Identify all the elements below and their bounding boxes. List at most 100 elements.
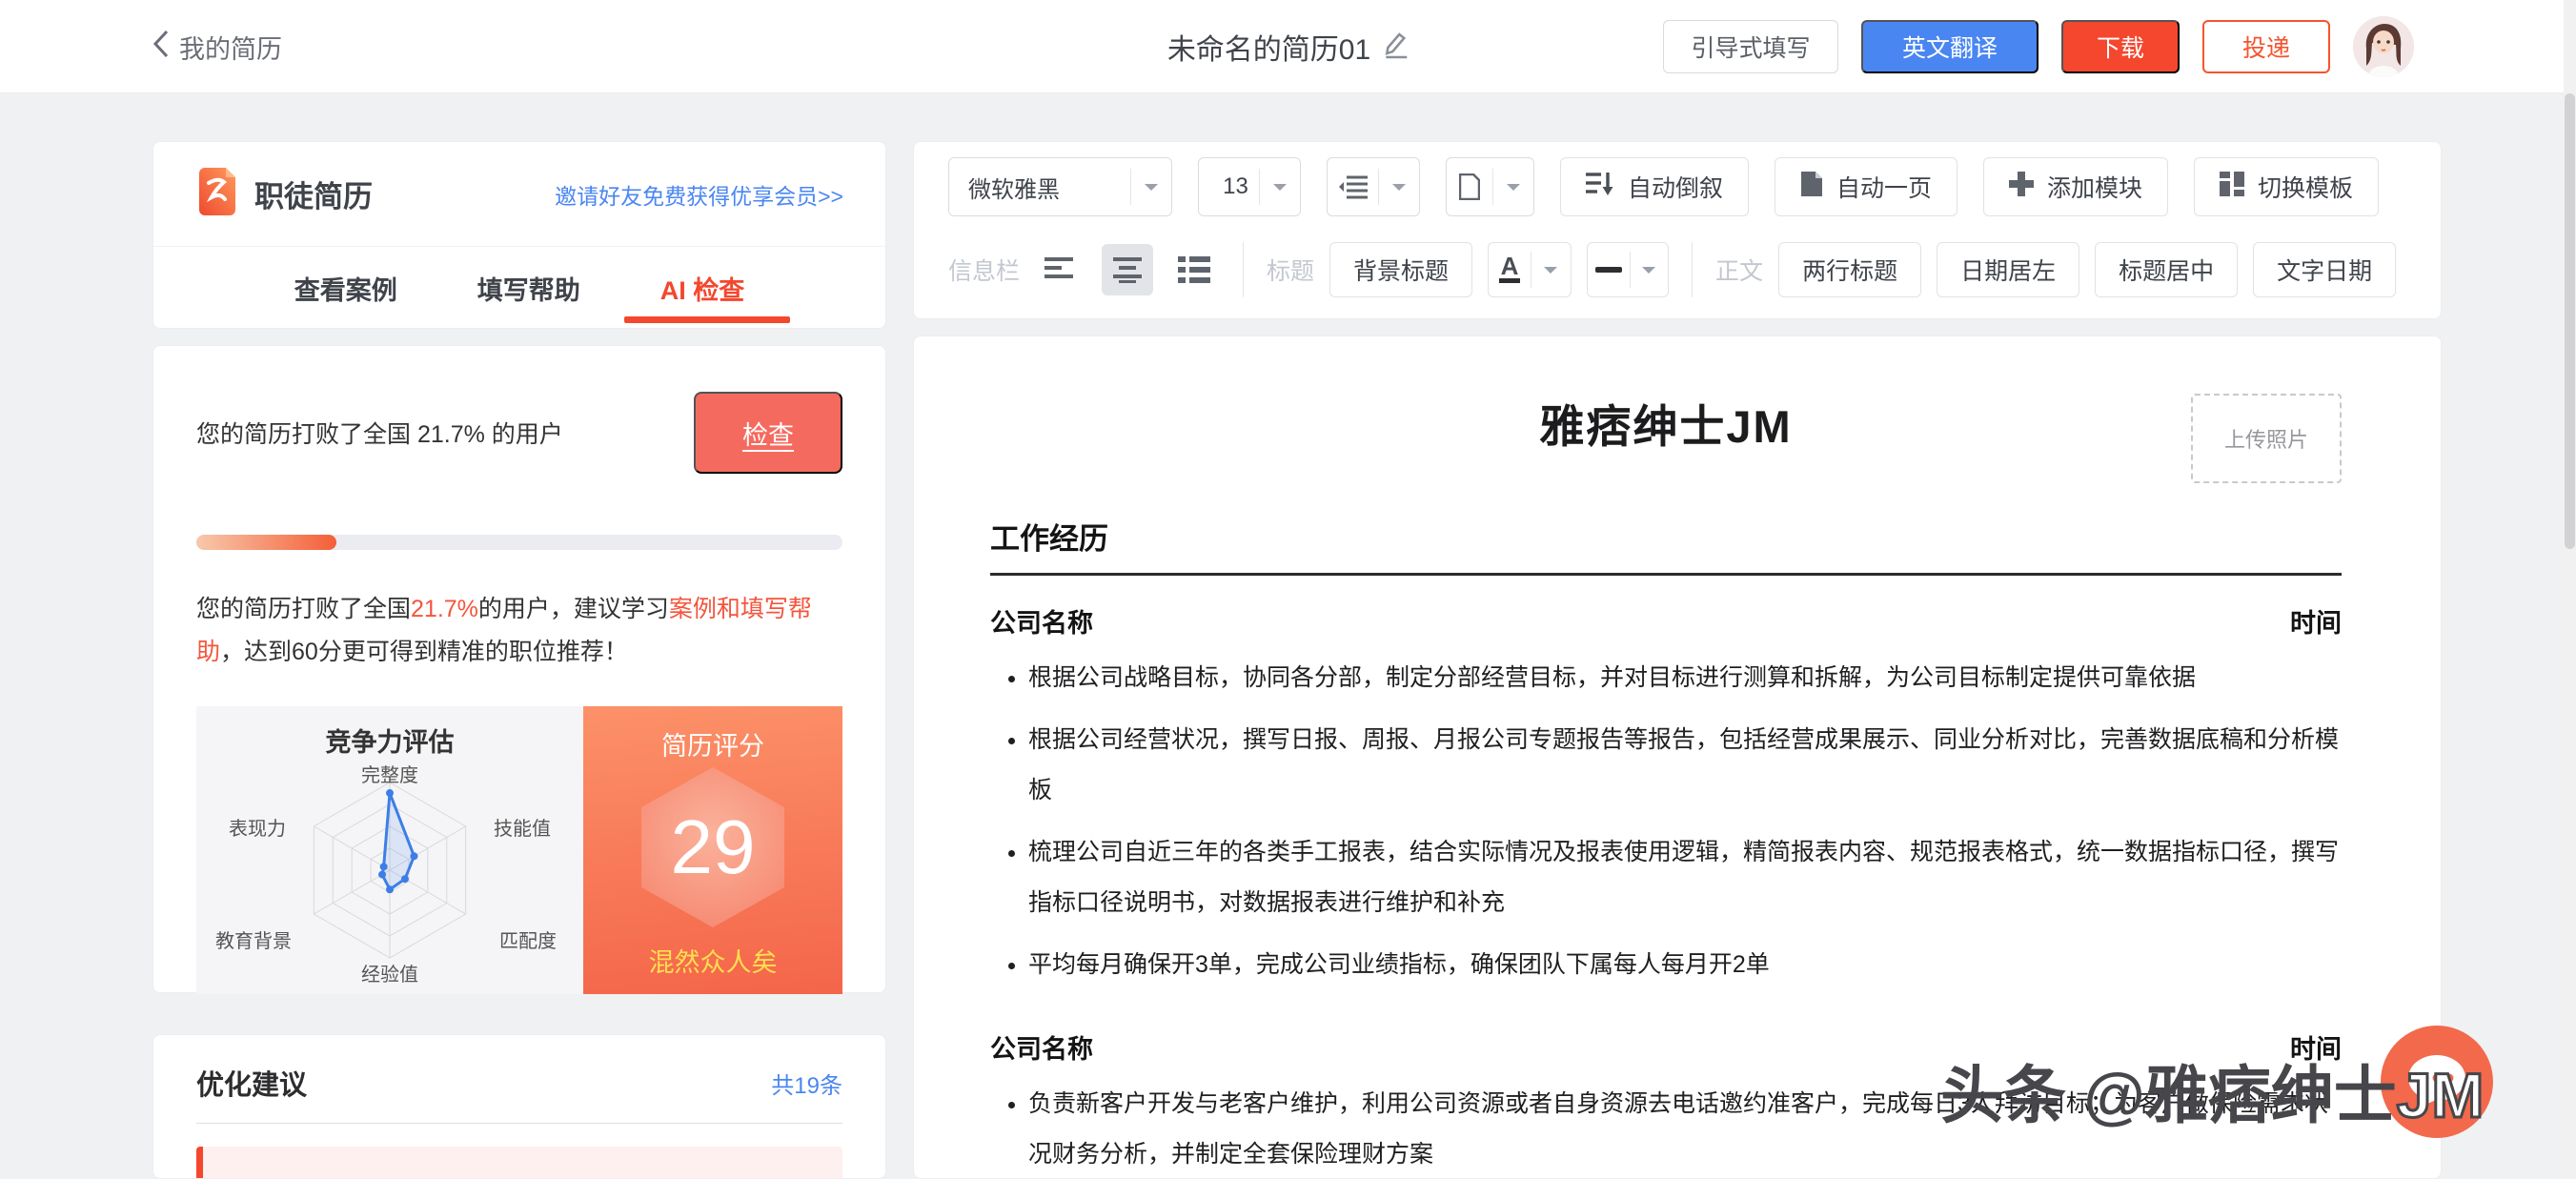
brand-name: 职徒简历 [254, 173, 373, 215]
resume-score-panel: 简历评分 29 混然众人矣 [583, 706, 842, 994]
line-spacing-select[interactable] [1327, 157, 1420, 216]
date-left-button[interactable]: 日期居左 [1937, 242, 2079, 297]
svg-text:A: A [1501, 254, 1519, 280]
bullet-item[interactable]: 梳理公司自近三年的各类手工报表，结合实际情况及报表使用逻辑，精简报表内容、规范报… [1028, 827, 2342, 928]
score-value: 29 [671, 803, 756, 891]
align-center-icon[interactable] [1102, 244, 1153, 295]
radar-axis-experience: 经验值 [196, 959, 583, 986]
two-line-title-button[interactable]: 两行标题 [1778, 242, 1921, 297]
suggestions-title: 优化建议 [196, 1063, 307, 1103]
edit-pencil-icon[interactable] [1384, 30, 1409, 64]
text-date-button[interactable]: 文字日期 [2253, 242, 2396, 297]
page-setup-select[interactable] [1446, 157, 1534, 216]
chevron-down-icon [1392, 184, 1406, 197]
back-chevron-icon [152, 30, 170, 65]
reverse-order-icon [1586, 171, 1614, 204]
line-spacing-icon [1328, 174, 1378, 199]
topbar-actions: 引导式填写 英文翻译 下载 投递 [1663, 0, 2414, 93]
resume-name[interactable]: 雅痞绅士JM [990, 390, 2342, 456]
zhitu-logo-icon [195, 166, 239, 222]
section-title-work-experience[interactable]: 工作经历 [990, 515, 2342, 576]
body-style-label: 正文 [1715, 253, 1763, 287]
score-hexagon: 29 [641, 767, 784, 927]
score-caption: 混然众人矣 [583, 942, 842, 979]
divider [1243, 242, 1244, 297]
back-to-my-resumes[interactable]: 我的简历 [152, 0, 282, 93]
radar-axis-expressiveness: 表现力 [229, 813, 286, 841]
background-title-button[interactable]: 背景标题 [1329, 242, 1472, 297]
suggestion-item[interactable] [196, 1147, 842, 1179]
advice-paragraph: 您的简历打败了全国21.7%的用户，建议学习案例和填写帮助，达到60分更可得到精… [196, 588, 842, 674]
bullet-item[interactable]: 根据公司经营状况，撰写日报、周报、月报公司专题报告等报告，包括经营成果展示、同业… [1028, 715, 2342, 816]
tab-view-cases[interactable]: 查看案例 [294, 270, 397, 307]
divider [196, 1123, 842, 1124]
brand-row: 职徒简历 邀请好友免费获得优享会员>> [153, 142, 885, 246]
invite-friends-link[interactable]: 邀请好友免费获得优享会员>> [555, 178, 843, 211]
switch-template-button[interactable]: 切换模板 [2194, 157, 2379, 216]
document-icon [1800, 171, 1823, 204]
competitiveness-radar: 竞争力评估 完整度 技能值 匹配度 经验值 教育背景 表现力 [196, 706, 583, 994]
bullet-item[interactable]: 平均每月确保开3单，完成公司业绩指标，确保团队下属每人每月开2单 [1028, 940, 2342, 990]
title-center-button[interactable]: 标题居中 [2095, 242, 2238, 297]
align-left-icon[interactable] [1035, 244, 1086, 295]
doc-title-wrap: 未命名的简历01 [1167, 0, 1409, 93]
guided-fill-button[interactable]: 引导式填写 [1663, 20, 1838, 73]
chevron-down-icon [1642, 267, 1655, 280]
font-family-select[interactable]: 微软雅黑 [948, 157, 1172, 216]
radar-axis-completeness: 完整度 [196, 760, 583, 787]
entry-bullets: 根据公司战略目标，协同各分部，制定分部经营目标，并对目标进行测算和拆解，为公司目… [990, 653, 2342, 990]
divider [1692, 242, 1693, 297]
radar-axis-education: 教育背景 [215, 925, 292, 953]
font-size-select[interactable]: 13 [1198, 157, 1301, 216]
sidebar-brand-card: 职徒简历 邀请好友免费获得优享会员>> 查看案例 填写帮助 AI 检查 [152, 141, 886, 329]
sidebar-score-card: 您的简历打败了全国 21.7% 的用户 检查 您的简历打败了全国21.7%的用户… [152, 345, 886, 993]
score-label: 简历评分 [583, 725, 842, 762]
horizontal-line-icon [1588, 266, 1630, 274]
score-progress-track [196, 535, 842, 550]
sidebar-tabs: 查看案例 填写帮助 AI 检查 [153, 247, 885, 329]
chevron-down-icon [1145, 184, 1158, 197]
beat-percent-line: 您的简历打败了全国 21.7% 的用户 [196, 416, 694, 450]
list-layout-icon[interactable] [1168, 244, 1220, 295]
add-module-button[interactable]: 添加模块 [1983, 157, 2168, 216]
editor-toolbar: 微软雅黑 13 自动倒叙 [913, 141, 2442, 319]
bullet-item[interactable]: 根据公司战略目标，协同各分部，制定分部经营目标，并对目标进行测算和拆解，为公司目… [1028, 653, 2342, 703]
company-name: 公司名称 [990, 602, 1093, 640]
tab-ai-check[interactable]: AI 检查 [660, 270, 745, 307]
font-color-icon: A [1489, 254, 1531, 285]
chevron-down-icon [1544, 267, 1557, 280]
score-progress-fill [196, 535, 336, 550]
check-button[interactable]: 检查 [694, 392, 842, 474]
back-label: 我的简历 [179, 29, 282, 66]
doc-title: 未命名的简历01 [1167, 26, 1370, 68]
plus-icon [2009, 172, 2034, 203]
template-grid-icon [2220, 172, 2244, 203]
page-icon [1447, 173, 1492, 200]
sidebar-suggestions-card: 优化建议 共19条 [152, 1034, 886, 1179]
radar-axis-match: 匹配度 [499, 925, 557, 953]
radar-axis-skill: 技能值 [494, 813, 551, 841]
suggestions-count[interactable]: 共19条 [771, 1067, 842, 1100]
upload-photo-box[interactable]: 上传照片 [2191, 394, 2342, 483]
topbar: 我的简历 未命名的简历01 引导式填写 英文翻译 下载 投递 [0, 0, 2576, 93]
auto-reverse-button[interactable]: 自动倒叙 [1560, 157, 1749, 216]
scrollbar-track[interactable] [2564, 0, 2576, 1179]
company-name: 公司名称 [990, 1028, 1093, 1066]
tab-fill-help[interactable]: 填写帮助 [477, 270, 580, 307]
font-color-button[interactable]: A [1488, 242, 1572, 297]
english-translate-button[interactable]: 英文翻译 [1861, 20, 2038, 73]
info-bar-label: 信息栏 [948, 253, 1020, 287]
entry-header[interactable]: 公司名称 时间 [990, 602, 2342, 640]
download-button[interactable]: 下载 [2061, 20, 2180, 73]
auto-one-page-button[interactable]: 自动一页 [1775, 157, 1957, 216]
deliver-button[interactable]: 投递 [2202, 20, 2330, 73]
divider-line-button[interactable] [1587, 242, 1669, 297]
entry-time: 时间 [2290, 602, 2342, 640]
chevron-down-icon [1273, 184, 1287, 197]
avatar[interactable] [2353, 16, 2414, 77]
chevron-down-icon [1507, 184, 1520, 197]
active-tab-underline [624, 316, 790, 323]
title-style-label: 标题 [1267, 253, 1314, 287]
watermark-text: 头条 @雅痞绅士JM [1940, 1045, 2484, 1136]
scrollbar-thumb[interactable] [2565, 93, 2575, 549]
